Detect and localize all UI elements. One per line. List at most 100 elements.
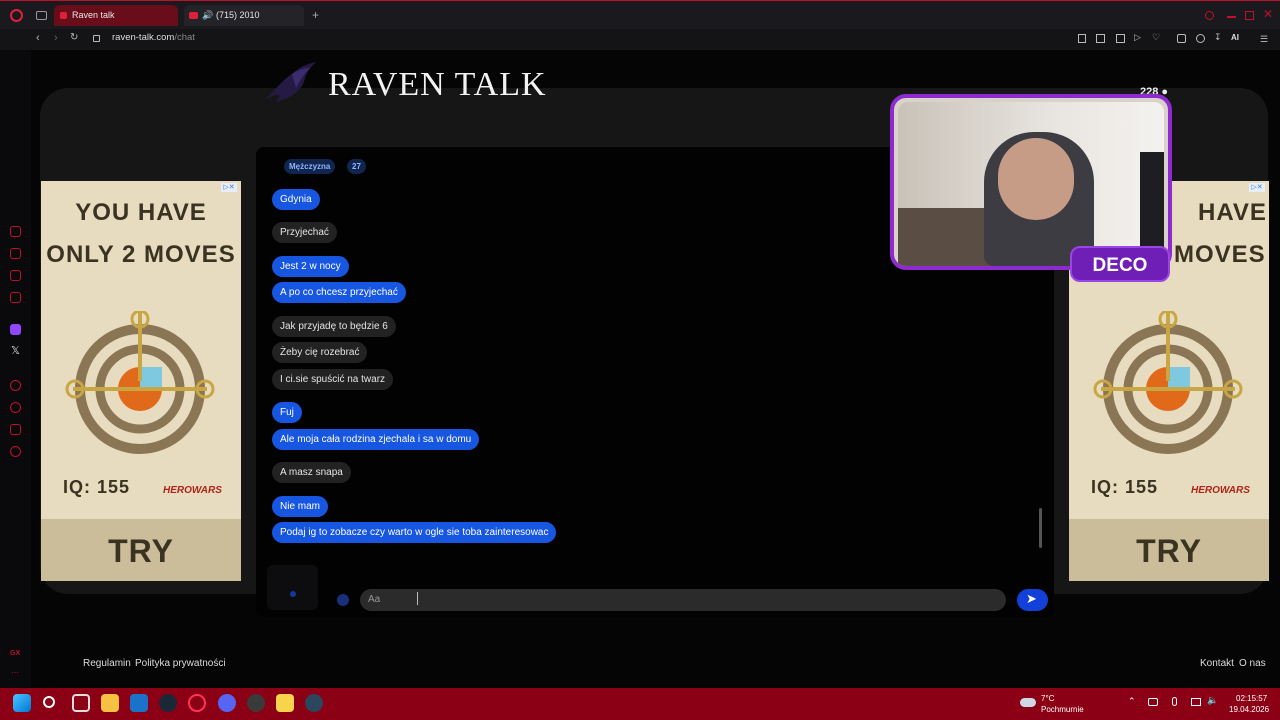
message-bubble: I ci.sie spuścić na twarz (272, 369, 394, 390)
chrome-icon[interactable] (247, 694, 265, 712)
download-icon[interactable]: ↧ (1214, 32, 1222, 43)
tab-youtube[interactable]: 🔊 (715) 2010 Throwback (184, 5, 304, 41)
footer-rules-link[interactable]: Regulamin (83, 658, 131, 669)
settings-icon[interactable] (10, 446, 21, 457)
webcam-overlay (890, 94, 1172, 270)
editor-icon[interactable] (276, 694, 294, 712)
weather-temp[interactable]: 7°C (1041, 694, 1054, 703)
streamer-name: DECO (1092, 255, 1148, 276)
next-indicator-icon (290, 591, 296, 597)
ad-choices-icon[interactable]: ▷✕ (221, 183, 237, 192)
send-button[interactable]: ➤ (1017, 589, 1048, 611)
message-bubble: Przyjechać (272, 222, 337, 243)
forward-icon[interactable]: › (54, 32, 58, 44)
maximize-icon[interactable] (1245, 11, 1254, 20)
task-view-icon[interactable] (72, 694, 90, 712)
ad-headline-1: HAVE (1198, 199, 1267, 226)
tab-label: Raven talk (72, 10, 115, 20)
tray-display-icon[interactable] (1191, 698, 1201, 706)
ai-button[interactable]: AI (1231, 33, 1239, 42)
back-icon[interactable]: ‹ (36, 32, 40, 44)
gx-icon[interactable]: GX (10, 650, 20, 657)
steam-icon[interactable] (159, 694, 177, 712)
message-bubble: Ale moja cała rodzina zjechala i sa w do… (272, 429, 480, 450)
tray-speaker-icon[interactable]: 🔈 (1207, 695, 1218, 706)
clock-date[interactable]: 19.04.2026 (1229, 705, 1269, 714)
ad-headline-2: MOVES (1174, 241, 1266, 268)
history-icon[interactable] (10, 402, 21, 413)
message-bubble: Gdynia (272, 189, 320, 210)
workspace-icon[interactable] (10, 248, 21, 259)
pinboard-icon[interactable] (10, 424, 21, 435)
more-icon[interactable]: ⋯ (11, 668, 19, 677)
footer-contact-link[interactable]: Kontakt (1200, 658, 1234, 669)
steam-2-icon[interactable] (305, 694, 323, 712)
player-sidebar-icon[interactable] (10, 380, 21, 391)
outlook-icon[interactable] (130, 694, 148, 712)
url-field[interactable]: raven-talk.com/chat (112, 32, 195, 43)
close-icon[interactable]: ✕ (1263, 7, 1273, 21)
raven-logo-icon (262, 60, 318, 104)
tab-menu-icon[interactable] (36, 11, 47, 20)
weather-desc[interactable]: Pochmurnie (1041, 705, 1084, 714)
new-tab-button[interactable]: + (312, 8, 319, 22)
url-domain: raven-talk.com (112, 32, 175, 43)
opera-gx-taskbar-icon[interactable] (188, 694, 206, 712)
message-input[interactable]: Aa (360, 589, 1006, 611)
messenger-icon[interactable] (10, 292, 21, 303)
ad-left[interactable]: YOU HAVE ONLY 2 MOVES IQ: 155 HEROWARS T… (41, 181, 241, 581)
speaker-icon: 🔊 (202, 10, 214, 20)
player-icon[interactable]: ▷ (1134, 32, 1141, 43)
heart-icon[interactable]: ♡ (1152, 32, 1160, 43)
ad-cta-try[interactable]: TRY (1069, 533, 1269, 570)
discord-icon[interactable] (218, 694, 236, 712)
ad-iq: IQ: 155 (1091, 477, 1159, 497)
message-bubble: Podaj ig to zobacze czy warto w ogle sie… (272, 522, 557, 543)
gender-badge: Mężczyzna (284, 159, 336, 174)
ad-headline-1: YOU HAVE (75, 199, 207, 226)
puzzle-rings-icon (65, 309, 215, 461)
message-bubble: Nie mam (272, 496, 329, 517)
favicon-icon (60, 12, 67, 19)
twitch-icon[interactable] (10, 324, 21, 335)
ad-brand-logo: HEROWARS (1191, 485, 1250, 496)
youtube-icon (189, 12, 198, 19)
tray-mic-icon[interactable] (1172, 697, 1177, 706)
tray-network-off-icon[interactable] (1148, 698, 1158, 706)
footer-about-link[interactable]: O nas (1239, 658, 1266, 669)
send-icon: ➤ (1026, 591, 1037, 606)
next-button[interactable] (267, 565, 318, 610)
message-bubble: Fuj (272, 402, 302, 423)
windows-start-icon[interactable] (13, 694, 31, 712)
message-bubble: A po co chcesz przyjechać (272, 282, 406, 303)
streamer-name-badge: DECO (1070, 246, 1170, 282)
emoji-icon[interactable] (337, 594, 349, 606)
toolbar-extensions: ▷ ♡ ↧ AI (1076, 32, 1246, 45)
clock-time[interactable]: 02:15:57 (1236, 694, 1267, 703)
taskbar-search-icon[interactable] (43, 696, 55, 708)
pin-icon[interactable] (1078, 34, 1086, 43)
aria-icon[interactable] (10, 226, 21, 237)
extensions-icon[interactable] (1116, 34, 1125, 43)
ad-choices-icon[interactable]: ▷✕ (1249, 183, 1265, 192)
minimize-icon[interactable] (1227, 16, 1236, 18)
cube-icon[interactable] (1177, 34, 1186, 43)
reload-icon[interactable]: ↻ (70, 32, 78, 43)
site-logo-text[interactable]: RAVEN TALK (328, 66, 547, 104)
file-explorer-icon[interactable] (101, 694, 119, 712)
x-icon[interactable]: 𝕏 (11, 344, 20, 357)
input-placeholder: Aa (368, 594, 381, 605)
message-bubble: A masz snapa (272, 462, 351, 483)
footer-privacy-link[interactable]: Polityka prywatności (135, 658, 226, 669)
snapshot-icon[interactable] (1096, 34, 1105, 43)
tray-chevron-icon[interactable]: ⌃ (1128, 696, 1136, 707)
search-icon[interactable] (1205, 11, 1214, 20)
opera-logo-icon[interactable] (10, 9, 23, 22)
ad-cta-try[interactable]: TRY (41, 533, 241, 570)
tabs-icon[interactable] (10, 270, 21, 281)
ad-iq: IQ: 155 (63, 477, 131, 497)
menu-icon[interactable]: ☰ (1260, 34, 1268, 45)
chat-scrollbar[interactable] (1039, 508, 1042, 548)
share-icon[interactable] (1196, 34, 1205, 43)
tab-raven-talk[interactable]: Raven talk (54, 5, 178, 26)
